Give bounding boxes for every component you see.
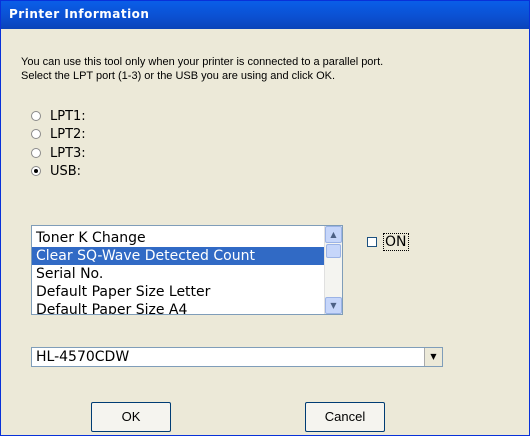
list-item[interactable]: Default Paper Size Letter xyxy=(32,283,325,301)
description-line-1: You can use this tool only when your pri… xyxy=(21,56,384,68)
radio-label: USB: xyxy=(50,163,82,179)
model-select-value: HL-4570CDW xyxy=(36,349,130,365)
radio-usb[interactable]: USB: xyxy=(31,162,81,180)
scroll-down-arrow-icon[interactable]: ▼ xyxy=(325,297,342,314)
scrollbar-thumb[interactable] xyxy=(326,244,341,258)
list-item[interactable]: Default Paper Size A4 xyxy=(32,301,325,314)
list-item-selected[interactable]: Clear SQ-Wave Detected Count xyxy=(32,247,325,265)
radio-lpt1[interactable]: LPT1: xyxy=(31,107,86,125)
scroll-up-arrow-icon[interactable]: ▲ xyxy=(325,226,342,243)
listbox-scrollbar[interactable]: ▲ ▼ xyxy=(324,226,342,314)
info-listbox[interactable]: Toner K Change Clear SQ-Wave Detected Co… xyxy=(31,225,343,315)
radio-label: LPT2: xyxy=(50,126,86,142)
printer-information-dialog: Printer Information You can use this too… xyxy=(0,0,530,436)
dropdown-arrow-icon[interactable]: ▼ xyxy=(424,348,442,366)
ok-button[interactable]: OK xyxy=(91,402,171,432)
checkbox-label: ON xyxy=(383,233,409,251)
radio-circle-icon[interactable] xyxy=(31,129,41,139)
radio-label: LPT3: xyxy=(50,145,86,161)
radio-circle-icon[interactable] xyxy=(31,111,41,121)
radio-circle-selected-icon[interactable] xyxy=(31,166,41,176)
description-line-2: Select the LPT port (1-3) or the USB you… xyxy=(21,70,336,82)
checkbox-box-icon[interactable] xyxy=(367,237,377,247)
cancel-button[interactable]: Cancel xyxy=(305,402,385,432)
list-item[interactable]: Serial No. xyxy=(32,265,325,283)
radio-circle-icon[interactable] xyxy=(31,148,41,158)
radio-lpt2[interactable]: LPT2: xyxy=(31,125,86,143)
window-title: Printer Information xyxy=(9,7,150,21)
title-bar[interactable]: Printer Information xyxy=(1,1,529,29)
radio-lpt3[interactable]: LPT3: xyxy=(31,144,86,162)
model-select[interactable]: HL-4570CDW ▼ xyxy=(31,347,443,367)
radio-label: LPT1: xyxy=(50,108,86,124)
list-item[interactable]: Toner K Change xyxy=(32,229,325,247)
on-checkbox[interactable]: ON xyxy=(367,233,409,251)
